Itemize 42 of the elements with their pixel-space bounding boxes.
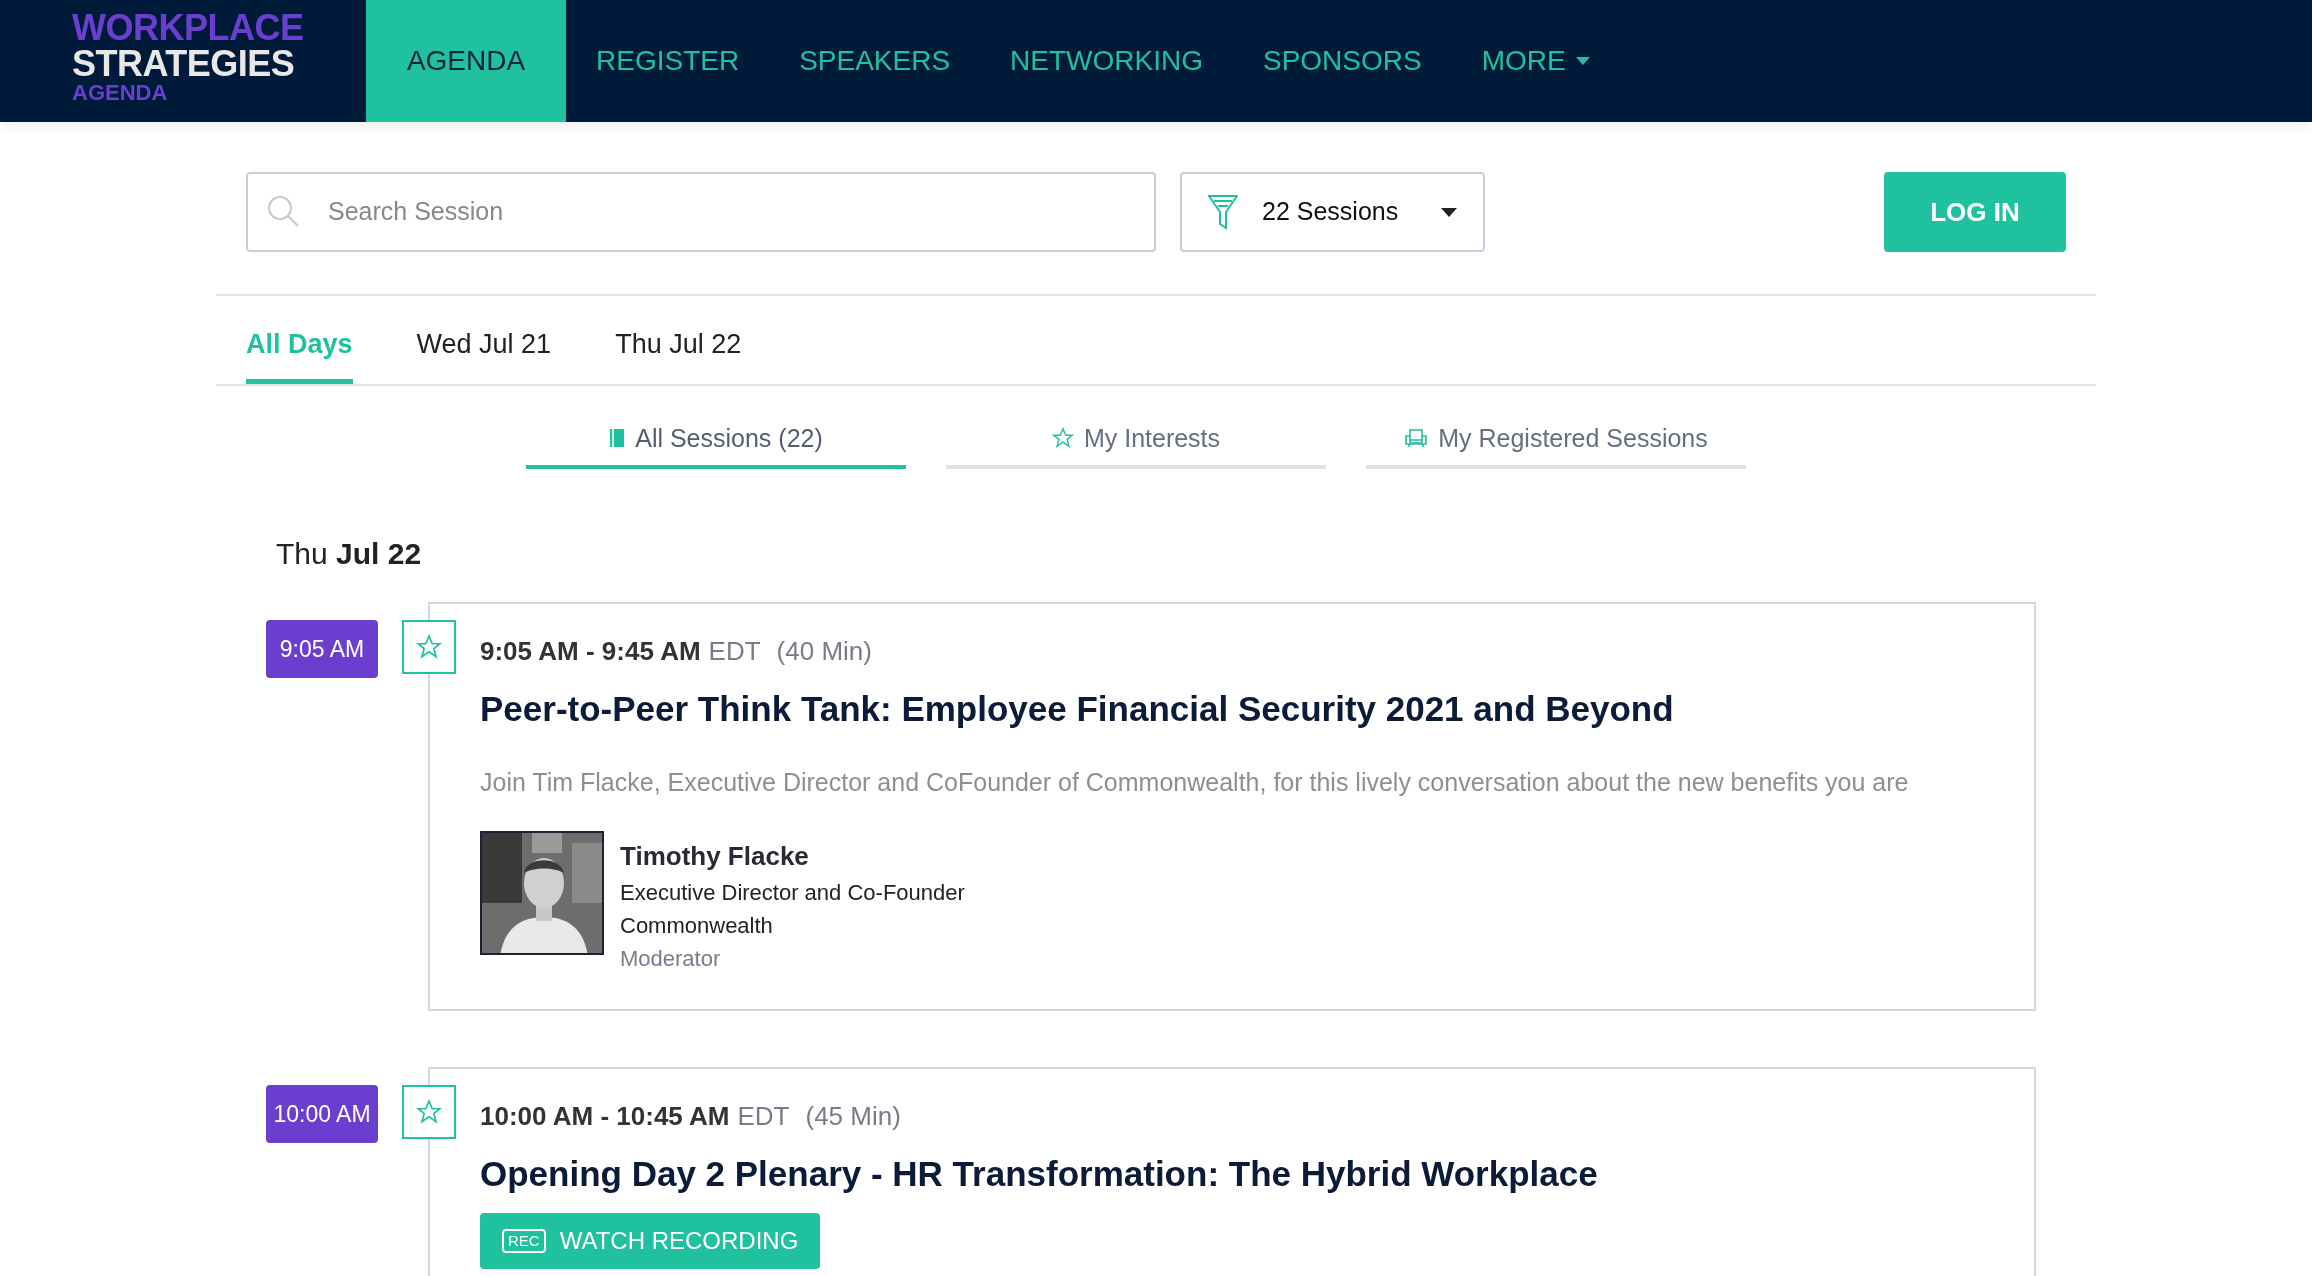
speaker-company: Commonwealth (620, 912, 774, 940)
date-heading: Thu Jul 22 (276, 536, 423, 572)
duration-label: (40 Min) (776, 635, 872, 668)
star-icon (416, 1099, 442, 1125)
search-field[interactable]: Search Session (246, 172, 1156, 252)
favorite-button[interactable] (402, 620, 456, 674)
session-tab[interactable]: My Interests (946, 413, 1326, 469)
logo-text: WORKPLACE (72, 10, 305, 46)
time-badge: 10:00 AM (266, 1085, 378, 1143)
filter-dropdown[interactable]: 22 Sessions (1180, 172, 1485, 252)
session-tab[interactable]: All Sessions (22) (526, 413, 906, 469)
tv-icon: REC (502, 1228, 546, 1253)
session-description: Join Tim Flacke, Executive Director and CoFounder of Commonwealth, for this lively conversation about the new benefits you are (480, 766, 1910, 798)
session-title: Opening Day 2 Plenary - HR Transformation: The Hybrid Workplace (480, 1153, 1599, 1195)
session-tab[interactable]: My Registered Sessions (1366, 413, 1746, 469)
nav-link[interactable]: SPONSORS (1233, 0, 1452, 122)
nav-link[interactable]: NETWORKING (980, 0, 1233, 122)
speaker-title: Executive Director and Co-Founder (620, 879, 965, 907)
seat-icon (1404, 428, 1429, 449)
timezone-label: EDT (708, 635, 761, 668)
day-tab[interactable]: Wed Jul 21 (416, 318, 552, 384)
funnel-icon (1208, 194, 1238, 230)
star-icon (1051, 427, 1074, 450)
caret-icon (1441, 207, 1457, 217)
nav-link[interactable]: MORE (1451, 0, 1620, 122)
logo-text: AGENDA (72, 82, 169, 104)
session-title: Peer-to-Peer Think Tank: Employee Financial Security 2021 and Beyond (480, 688, 1675, 730)
time-badge: 9:05 AM (266, 620, 378, 678)
star-icon (416, 634, 442, 660)
day-tab[interactable]: Thu Jul 22 (615, 318, 742, 384)
nav-link[interactable]: SPEAKERS (769, 0, 981, 122)
session-time: 9:05 AM - 9:45 AM (480, 635, 701, 668)
book-icon (609, 428, 626, 449)
duration-label: (45 Min) (805, 1100, 901, 1133)
nav-link[interactable]: REGISTER (566, 0, 770, 122)
logo-text: STRATEGIES (72, 46, 296, 82)
session-time: 10:00 AM - 10:45 AM (480, 1100, 730, 1133)
speaker-role: Moderator (620, 945, 722, 973)
nav-link[interactable]: AGENDA (366, 0, 566, 122)
favorite-button[interactable] (402, 1085, 456, 1139)
speaker-name: Timothy Flacke (620, 840, 810, 873)
timezone-label: EDT (737, 1100, 790, 1133)
